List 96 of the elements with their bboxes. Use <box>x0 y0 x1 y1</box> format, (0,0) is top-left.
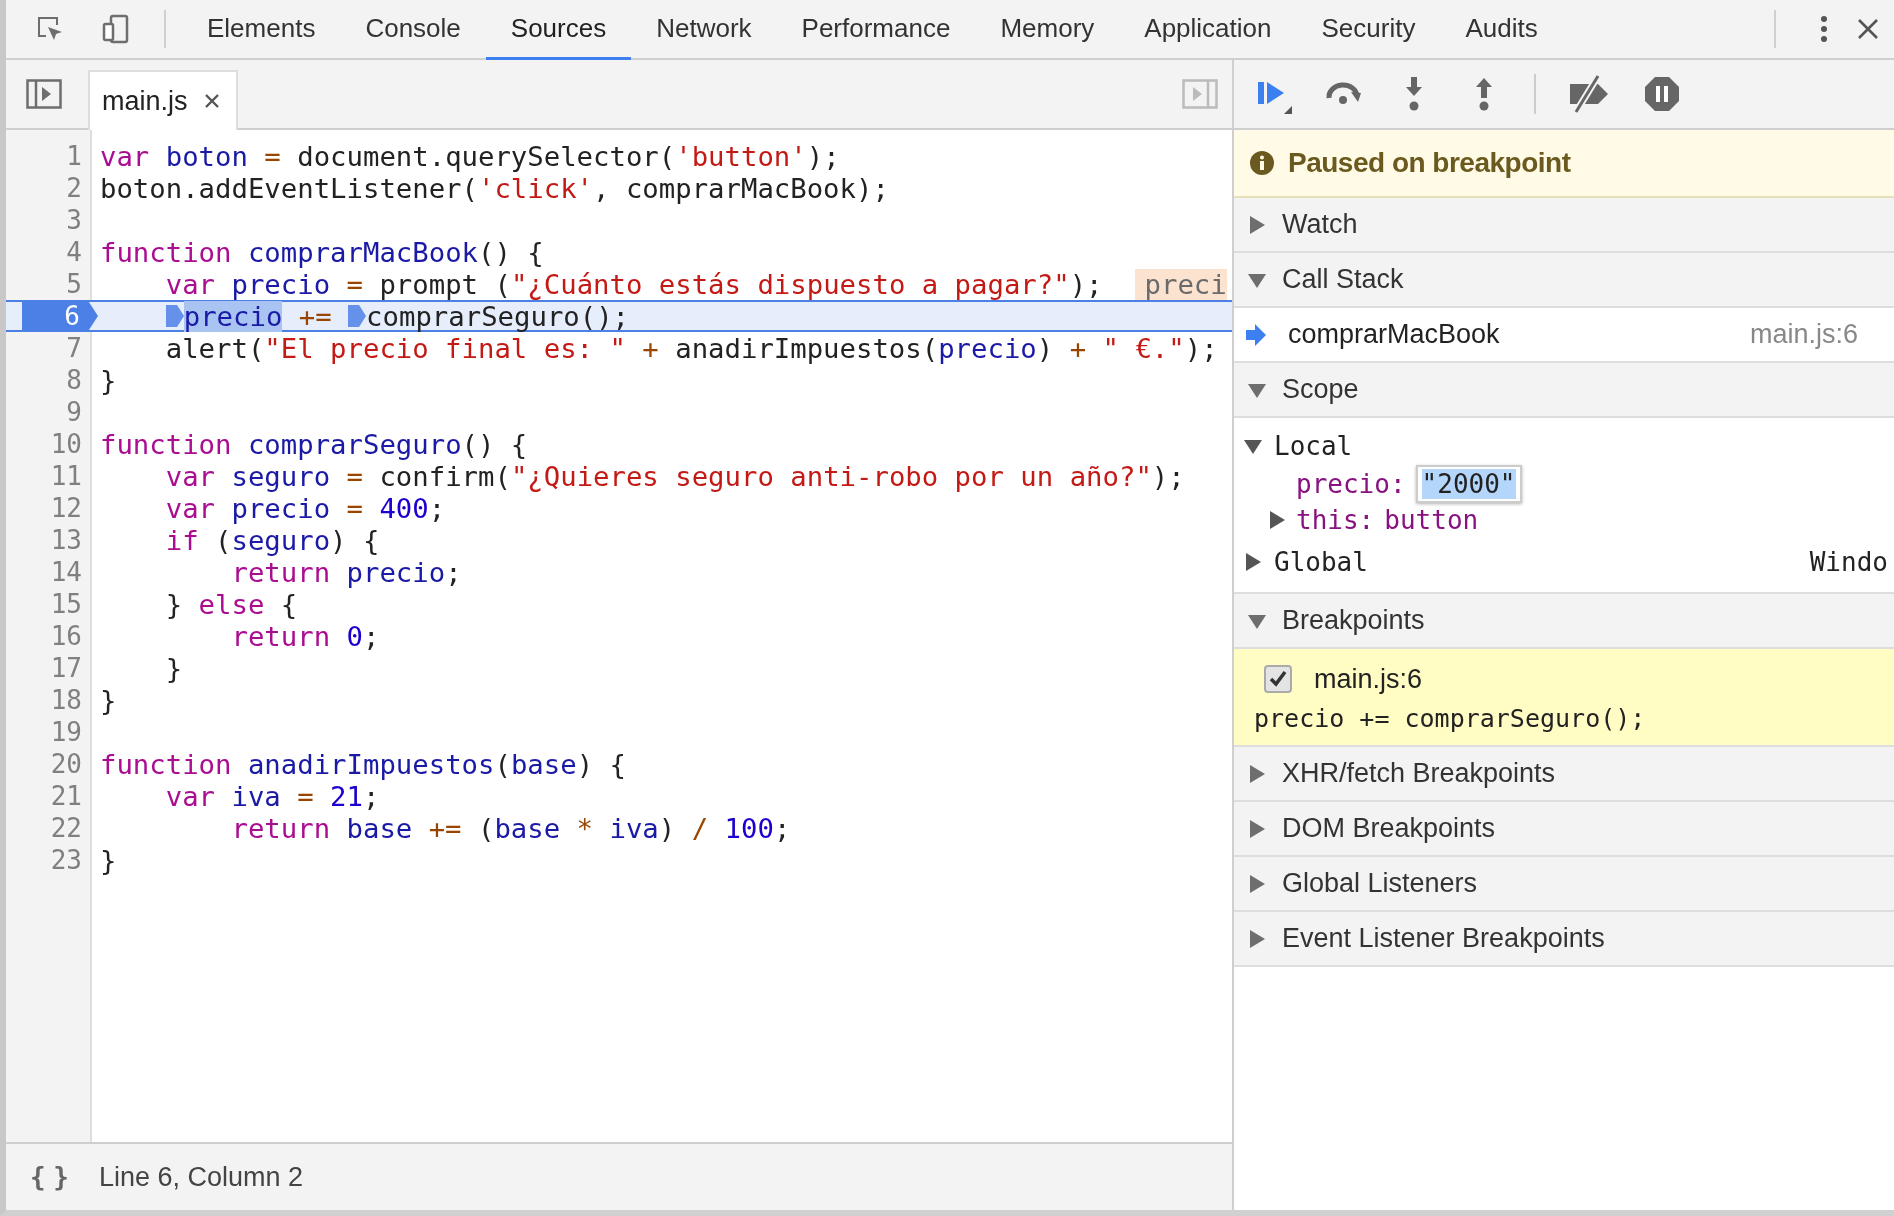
panel-tab[interactable]: Console <box>340 0 486 60</box>
code-text: return precio; <box>230 556 462 588</box>
code-text: } <box>100 364 117 396</box>
line-number[interactable]: 17 <box>50 654 92 682</box>
line-number[interactable]: 23 <box>50 846 92 874</box>
panel-tab[interactable]: Audits <box>1440 0 1563 60</box>
code-text: } <box>100 844 117 876</box>
line-number[interactable]: 14 <box>50 558 92 586</box>
line-number[interactable]: 3 <box>66 206 92 234</box>
line-number[interactable]: 8 <box>66 366 92 394</box>
pretty-print-button[interactable]: { } <box>30 1162 65 1192</box>
collapse-triangle-icon[interactable] <box>1244 437 1262 455</box>
pause-icon[interactable] <box>1642 74 1682 114</box>
section-header[interactable]: Watch <box>1234 198 1894 253</box>
close-icon[interactable] <box>203 93 220 109</box>
file-tab[interactable]: main.js <box>88 70 238 130</box>
code-text: precio += <box>183 300 332 332</box>
code-text: var precio = 400; <box>164 492 446 524</box>
line-number[interactable]: 2 <box>66 174 92 202</box>
line-number[interactable]: 5 <box>66 270 92 298</box>
code-text: } <box>164 652 183 684</box>
close-icon[interactable] <box>1856 17 1880 41</box>
line-number[interactable]: 15 <box>50 590 92 618</box>
source-location[interactable]: main.js:6 <box>1749 319 1858 350</box>
line-number[interactable]: 9 <box>66 398 92 426</box>
section-header[interactable]: DOM Breakpoints <box>1234 802 1894 857</box>
code-text: boton.addEventListener('click', comprarMacBook); <box>100 172 889 204</box>
code-text: if (seguro) { <box>164 524 380 556</box>
expand-triangle-icon[interactable] <box>1268 511 1286 529</box>
line-number[interactable]: 4 <box>66 238 92 266</box>
breakpoint-code: precio += comprarSeguro(); <box>1254 703 1646 735</box>
code-text: return 0; <box>230 620 380 652</box>
code-text: } else { <box>164 588 298 620</box>
expand-triangle-icon[interactable] <box>1248 874 1266 893</box>
sidebar-toggle-icon[interactable] <box>26 79 62 109</box>
line-number[interactable]: 22 <box>50 814 92 842</box>
line-number[interactable]: 11 <box>50 462 92 490</box>
cursor-position: Line 6, Column 2 <box>98 1161 304 1193</box>
expand-triangle-icon[interactable] <box>1248 215 1266 234</box>
code-text: function comprarMacBook() { <box>100 236 544 268</box>
scope-name[interactable]: Local <box>1274 431 1894 461</box>
debugger-toggle-icon[interactable] <box>1182 79 1218 109</box>
panel-tab[interactable]: Network <box>631 0 777 60</box>
breakpoint-marker[interactable]: 6 <box>22 302 98 330</box>
inline-breakpoint-icon[interactable] <box>348 305 367 327</box>
breakpoint-location: main.js:6 <box>1314 663 1423 695</box>
checkmark-icon <box>1268 669 1288 689</box>
line-number[interactable]: 12 <box>50 494 92 522</box>
inline-value: preci <box>1134 268 1227 300</box>
checkbox[interactable] <box>1264 665 1292 693</box>
expand-triangle-icon[interactable] <box>1248 819 1266 838</box>
code-text: var precio = prompt ("¿Cuánto estás dispuesto a pagar?"); <box>164 268 1103 300</box>
line-number[interactable]: 13 <box>50 526 92 554</box>
variable-name: precio: <box>1296 469 1406 499</box>
code-text: alert("El precio final es: " + anadirImpuestos(precio) + " €."); <box>164 332 1218 364</box>
section-header[interactable]: Breakpoints <box>1234 594 1894 649</box>
line-number[interactable]: 20 <box>50 750 92 778</box>
panel-tab[interactable]: Memory <box>975 0 1120 60</box>
scope-name[interactable]: Global <box>1274 547 1798 577</box>
line-number[interactable]: 1 <box>66 142 92 170</box>
code-text: comprarSeguro(); <box>366 300 630 332</box>
panel-tab[interactable]: Application <box>1119 0 1297 60</box>
expand-triangle-icon[interactable] <box>1248 764 1266 783</box>
variable-name: this: <box>1296 505 1375 535</box>
code-text: var boton = document.querySelector('button'); <box>100 140 840 172</box>
code-text: function anadirImpuestos(base) { <box>100 748 626 780</box>
paused-message: Paused on breakpoint <box>1288 147 1571 179</box>
line-number[interactable]: 18 <box>50 686 92 714</box>
expand-triangle-icon[interactable] <box>1244 553 1262 571</box>
scope-value: Windo <box>1809 547 1888 577</box>
line-number[interactable]: 21 <box>50 782 92 810</box>
section-header[interactable]: Global Listeners <box>1234 857 1894 912</box>
line-number[interactable]: 10 <box>50 430 92 458</box>
line-number[interactable]: 7 <box>66 334 92 362</box>
panel-tab[interactable]: Security <box>1296 0 1441 60</box>
section-header[interactable]: XHR/fetch Breakpoints <box>1234 747 1894 802</box>
code-text: return base += (base * iva) / 100; <box>230 812 791 844</box>
code-text: var seguro = confirm("¿Quieres seguro anti-robo por un año?"); <box>164 460 1185 492</box>
code-text: var iva = 21; <box>164 780 380 812</box>
file-name[interactable]: main.js <box>102 85 188 117</box>
code-text: function comprarSeguro() { <box>100 428 528 460</box>
panel-tab[interactable]: Elements <box>182 0 341 60</box>
variable-value: button <box>1384 505 1479 535</box>
section-header[interactable]: Event Listener Breakpoints <box>1234 912 1894 967</box>
section-header[interactable]: Scope <box>1234 363 1894 418</box>
line-number[interactable]: 19 <box>50 718 92 746</box>
code-text: } <box>100 684 117 716</box>
line-number[interactable]: 16 <box>50 622 92 650</box>
info-icon <box>1250 151 1274 175</box>
value-field[interactable]: "2000" <box>1415 465 1522 503</box>
more-menu-icon[interactable] <box>1820 15 1828 43</box>
expand-triangle-icon[interactable] <box>1248 929 1266 948</box>
breakpoint-item[interactable]: main.js:6 precio += comprarSeguro(); <box>1234 649 1894 747</box>
function-name: comprarMacBook <box>1288 319 1501 350</box>
panel-tab[interactable]: Performance <box>776 0 976 60</box>
section-header[interactable]: Call Stack <box>1234 253 1894 308</box>
